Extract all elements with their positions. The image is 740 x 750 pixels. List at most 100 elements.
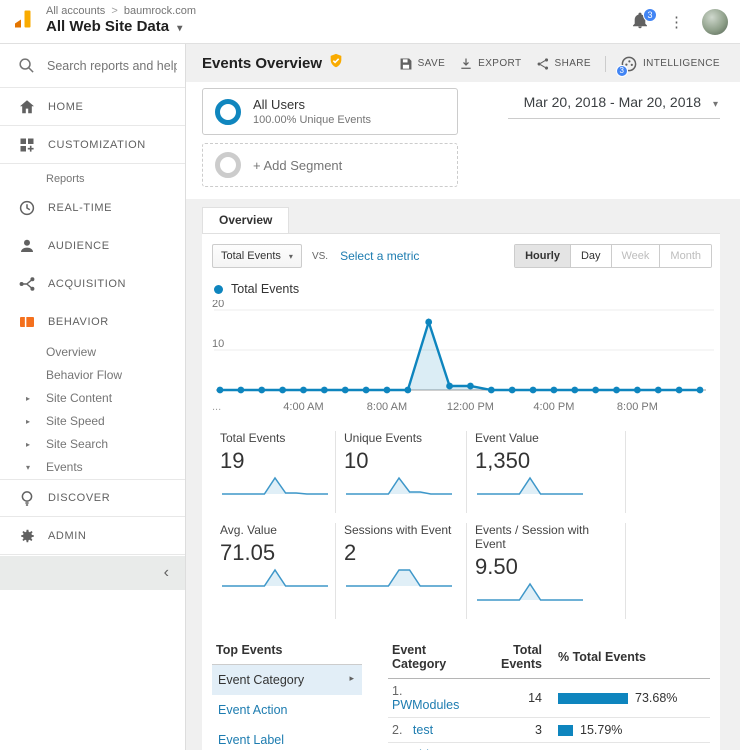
share-button[interactable]: SHARE bbox=[536, 57, 591, 71]
table-row: 2. test 3 15.79% bbox=[388, 718, 710, 743]
sidebar-subitem-site-content[interactable]: ▸ Site Content bbox=[0, 387, 185, 410]
event-category-link[interactable]: test bbox=[413, 723, 433, 737]
date-range-picker[interactable]: Mar 20, 2018 - Mar 20, 2018 ▾ bbox=[507, 94, 720, 119]
page-title: Events Overview bbox=[202, 55, 323, 72]
svg-text:8:00 AM: 8:00 AM bbox=[367, 401, 407, 412]
sidebar-item-label: AUDIENCE bbox=[48, 240, 110, 252]
sparkline bbox=[346, 476, 452, 495]
clock-icon bbox=[18, 199, 36, 217]
segment-donut-icon bbox=[215, 98, 241, 125]
scorecard-avg-value[interactable]: Avg. Value 71.05 bbox=[212, 523, 335, 619]
intelligence-badge: 3 bbox=[615, 64, 628, 77]
segment-subtitle: 100.00% Unique Events bbox=[253, 114, 372, 126]
add-segment-button[interactable]: + Add Segment bbox=[202, 143, 458, 187]
sidebar-item-home[interactable]: HOME bbox=[0, 88, 185, 126]
top-events-menu: Top Events Event Category ▸ Event Action… bbox=[212, 639, 362, 750]
property-title: All Web Site Data bbox=[46, 18, 170, 35]
report-header: Events Overview SAVE EXPORT SHARE 3 INTE… bbox=[186, 44, 740, 82]
granularity-day[interactable]: Day bbox=[569, 245, 611, 267]
behavior-icon bbox=[18, 313, 36, 331]
sparkline bbox=[222, 476, 328, 495]
timeseries-chart[interactable]: 10 20 4:00 AM 8:00 AM 12:00 PM 4:00 PM 8:00 PM… bbox=[210, 298, 714, 417]
report-actions: SAVE EXPORT SHARE 3 INTELLIGENCE bbox=[399, 55, 720, 77]
sidebar-subitem-site-speed[interactable]: ▸ Site Speed bbox=[0, 410, 185, 433]
tab-strip: Overview bbox=[186, 199, 740, 233]
sidebar: HOME CUSTOMIZATION Reports REAL bbox=[0, 44, 186, 750]
scorecard-sessions-with-event[interactable]: Sessions with Event 2 bbox=[335, 523, 466, 619]
scorecard-unique-events[interactable]: Unique Events 10 bbox=[335, 431, 466, 513]
svg-text:20: 20 bbox=[212, 300, 224, 310]
download-icon bbox=[461, 58, 471, 69]
granularity-toggle: Hourly Day Week Month bbox=[514, 244, 712, 268]
scorecard-total-events[interactable]: Total Events 19 bbox=[212, 431, 335, 513]
expand-arrow-icon: ▸ bbox=[26, 417, 31, 426]
menu-item-event-action[interactable]: Event Action bbox=[212, 695, 362, 725]
customization-icon bbox=[18, 136, 36, 154]
arrow-right-icon: ▸ bbox=[349, 673, 354, 683]
table-row: 3. video 2 10.53% bbox=[388, 743, 710, 750]
pct-label: 73.68% bbox=[635, 691, 678, 705]
metric-selector-dropdown[interactable]: Total Events ▾ bbox=[212, 244, 302, 268]
breadcrumb[interactable]: All accounts > baumrock.com bbox=[46, 5, 196, 18]
top-events-heading: Top Events bbox=[212, 639, 362, 665]
sidebar-collapse-bar[interactable]: ‹ bbox=[0, 556, 185, 590]
sidebar-item-behavior[interactable]: BEHAVIOR bbox=[0, 303, 185, 341]
sidebar-item-acquisition[interactable]: ACQUISITION bbox=[0, 265, 185, 303]
sidebar-subitem-behavior-flow[interactable]: Behavior Flow bbox=[0, 364, 185, 387]
sidebar-item-realtime[interactable]: REAL-TIME bbox=[0, 189, 185, 227]
app-bar-right: 3 ⋮ bbox=[631, 7, 728, 35]
export-button[interactable]: EXPORT bbox=[459, 57, 521, 71]
analytics-logo-icon[interactable] bbox=[12, 8, 34, 35]
home-icon bbox=[18, 98, 36, 116]
granularity-week: Week bbox=[610, 245, 660, 267]
sidebar-subitem-events[interactable]: ▾ Events bbox=[0, 456, 185, 479]
sidebar-item-label: BEHAVIOR bbox=[48, 316, 109, 328]
col-pct-total-events[interactable]: % Total Events bbox=[542, 643, 710, 671]
notifications-button[interactable]: 3 bbox=[631, 7, 657, 32]
menu-item-event-label[interactable]: Event Label bbox=[212, 725, 362, 750]
expand-arrow-icon: ▸ bbox=[26, 394, 31, 403]
col-event-category[interactable]: Event Category bbox=[388, 643, 478, 671]
sidebar-item-discover[interactable]: DISCOVER bbox=[0, 479, 185, 517]
save-button[interactable]: SAVE bbox=[399, 57, 446, 71]
segment-donut-icon bbox=[215, 152, 241, 178]
scorecards-row-1: Total Events 19 Unique Events 10 Event V… bbox=[210, 417, 712, 517]
menu-item-event-category[interactable]: Event Category ▸ bbox=[212, 665, 362, 695]
sidebar-subitem-site-search[interactable]: ▸ Site Search bbox=[0, 433, 185, 456]
breadcrumb-separator: > bbox=[111, 5, 118, 17]
sidebar-item-label: ACQUISITION bbox=[48, 278, 127, 290]
scorecard-event-value[interactable]: Event Value 1,350 bbox=[466, 431, 626, 513]
sidebar-item-audience[interactable]: AUDIENCE bbox=[0, 227, 185, 265]
segment-title: All Users bbox=[253, 97, 306, 112]
kebab-menu-button[interactable]: ⋮ bbox=[667, 13, 686, 31]
event-category-link[interactable]: PWModules bbox=[392, 698, 459, 712]
sidebar-item-admin[interactable]: ADMIN bbox=[0, 517, 185, 555]
breadcrumb-property[interactable]: baumrock.com bbox=[124, 5, 196, 17]
select-metric-link[interactable]: Select a metric bbox=[340, 249, 419, 263]
verified-shield-icon bbox=[328, 53, 344, 74]
sidebar-item-customization[interactable]: CUSTOMIZATION bbox=[0, 126, 185, 164]
app-bar: All accounts > baumrock.com All Web Site… bbox=[0, 0, 740, 44]
report-body: Total Events ▾ vs. Select a metric Hourl… bbox=[202, 233, 720, 750]
search-input[interactable] bbox=[47, 58, 177, 73]
collapse-chevron-icon[interactable]: ‹ bbox=[164, 564, 169, 582]
granularity-hourly[interactable]: Hourly bbox=[515, 245, 570, 267]
gear-icon bbox=[18, 527, 36, 545]
chart-legend: Total Events bbox=[210, 272, 712, 298]
property-selector[interactable]: All Web Site Data ▾ bbox=[46, 18, 196, 38]
segment-all-users[interactable]: All Users 100.00% Unique Events bbox=[202, 88, 458, 135]
pct-bar bbox=[558, 724, 573, 736]
breadcrumb-account[interactable]: All accounts bbox=[46, 5, 105, 17]
intelligence-button[interactable]: 3 INTELLIGENCE bbox=[615, 55, 720, 77]
top-events-table: Event Category Total Events % Total Even… bbox=[388, 639, 710, 750]
col-total-events[interactable]: Total Events bbox=[478, 643, 542, 671]
sparkline bbox=[346, 569, 452, 587]
tab-overview[interactable]: Overview bbox=[202, 207, 290, 233]
sidebar-search[interactable] bbox=[0, 44, 185, 88]
scorecard-events-per-session[interactable]: Events / Session with Event 9.50 bbox=[466, 523, 626, 619]
sidebar-subitem-overview[interactable]: Overview bbox=[0, 341, 185, 364]
chevron-down-icon: ▾ bbox=[177, 23, 183, 34]
person-icon bbox=[18, 237, 36, 255]
sparkline bbox=[477, 476, 583, 495]
avatar[interactable] bbox=[702, 8, 728, 35]
